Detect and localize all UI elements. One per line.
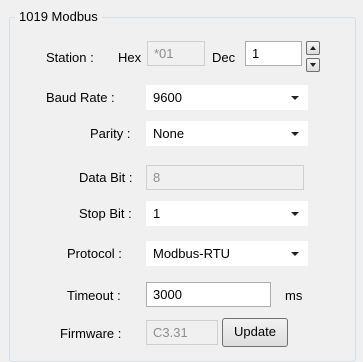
dec-label: Dec xyxy=(212,50,236,65)
parity-select[interactable]: None xyxy=(146,121,308,146)
chevron-up-icon xyxy=(310,46,316,50)
protocol-select[interactable]: Modbus-RTU xyxy=(146,241,308,266)
firmware-label: Firmware : xyxy=(60,326,122,341)
parity-label: Parity : xyxy=(90,126,131,141)
baud-rate-label: Baud Rate : xyxy=(46,90,115,105)
spin-up-button[interactable] xyxy=(306,41,320,55)
timeout-field[interactable]: 3000 xyxy=(146,282,271,307)
group-title: 1019 Modbus xyxy=(15,9,102,25)
firmware-field: C3.31 xyxy=(146,320,218,345)
dec-field[interactable]: 1 xyxy=(245,41,302,66)
data-bit-label: Data Bit : xyxy=(79,170,133,185)
caret-down-icon xyxy=(291,252,299,256)
hex-field: *01 xyxy=(147,41,205,66)
timeout-label: Timeout : xyxy=(67,288,121,303)
caret-down-icon xyxy=(291,132,299,136)
parity-value: None xyxy=(153,126,185,141)
spin-down-button[interactable] xyxy=(306,58,320,72)
hex-label: Hex xyxy=(118,50,142,65)
protocol-value: Modbus-RTU xyxy=(153,246,231,261)
baud-rate-value: 9600 xyxy=(153,90,182,105)
chevron-down-icon xyxy=(310,63,316,67)
station-spinner xyxy=(306,41,320,73)
data-bit-field: 8 xyxy=(146,165,304,190)
update-button[interactable]: Update xyxy=(222,318,288,347)
protocol-label: Protocol : xyxy=(67,246,122,261)
timeout-unit: ms xyxy=(285,288,303,303)
caret-down-icon xyxy=(291,96,299,100)
stop-bit-label: Stop Bit : xyxy=(79,206,132,221)
station-label: Station : xyxy=(46,50,94,65)
baud-rate-select[interactable]: 9600 xyxy=(146,85,308,110)
stop-bit-value: 1 xyxy=(153,206,161,221)
stop-bit-select[interactable]: 1 xyxy=(146,201,308,226)
caret-down-icon xyxy=(291,212,299,216)
